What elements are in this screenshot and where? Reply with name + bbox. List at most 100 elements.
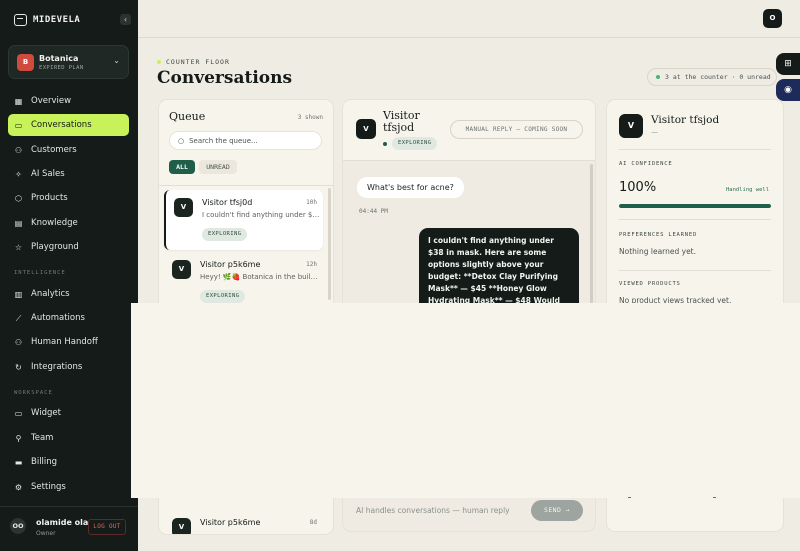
sidebar-item-knowledge[interactable]: ▤ Knowledge xyxy=(8,212,129,234)
users-icon: ⚇ xyxy=(14,145,23,155)
brand-name: MIDEVELA xyxy=(33,15,81,25)
blank-overlay xyxy=(131,303,800,498)
status-badge: EXPLORING xyxy=(202,228,248,241)
queue-scrollbar[interactable] xyxy=(328,188,331,300)
queue-item-preview: I couldn't find anything under $38 in ma… xyxy=(202,211,320,219)
confidence-label: AI CONFIDENCE xyxy=(619,161,673,167)
chevron-down-icon: ⌄ xyxy=(113,56,120,65)
visitor-message: What's best for acne? xyxy=(357,177,464,198)
insights-visitor-subtitle: — xyxy=(651,128,658,136)
eyebrow-label: COUNTER FLOOR xyxy=(166,58,230,66)
account-avatar[interactable]: O xyxy=(763,9,782,28)
sidebar-item-label: Widget xyxy=(31,408,61,418)
sidebar-item-integrations[interactable]: ↻ Integrations xyxy=(8,356,129,378)
divider xyxy=(619,219,771,220)
brand[interactable]: MIDEVELA xyxy=(14,14,80,26)
sidebar: MIDEVELA ‹ B Botanica EXPIRED PLAN ⌄ ▦ O… xyxy=(0,0,138,551)
sidebar-item-overview[interactable]: ▦ Overview xyxy=(8,90,129,112)
page-eyebrow: COUNTER FLOOR xyxy=(157,58,230,66)
chat-scrollbar[interactable] xyxy=(590,164,593,314)
sidebar-item-analytics[interactable]: ▥ Analytics xyxy=(8,283,129,305)
chat-icon: ▭ xyxy=(14,120,23,130)
sidebar-item-conversations[interactable]: ▭ Conversations xyxy=(8,114,129,136)
queue-search[interactable]: ○ xyxy=(169,131,322,150)
grid-icon: ▦ xyxy=(14,96,23,106)
logout-button[interactable]: LOG OUT xyxy=(88,519,126,535)
queue-item-time: 8d xyxy=(309,519,317,526)
confidence-value: 100% xyxy=(619,180,657,195)
sidebar-item-human-handoff[interactable]: ⚇ Human Handoff xyxy=(8,331,129,353)
collapse-sidebar-button[interactable]: ‹ xyxy=(120,14,131,25)
insights-visitor-name: Visitor tfsjod xyxy=(651,114,720,126)
sidebar-item-label: Playground xyxy=(31,242,79,252)
status-dot-icon xyxy=(383,142,387,146)
page-title: Conversations xyxy=(157,68,293,88)
queue-item-time: 10h xyxy=(306,199,317,206)
sidebar-item-label: Settings xyxy=(31,482,66,492)
book-icon: ▤ xyxy=(14,218,23,228)
counter-status-text: 3 at the counter · 0 unread xyxy=(665,73,771,81)
queue-item[interactable]: V Visitor tfsj0d 10h I couldn't find any… xyxy=(164,190,323,250)
assistant-bot-button[interactable]: ◉ xyxy=(776,79,800,101)
truncated-mark xyxy=(628,497,631,498)
sidebar-item-playground[interactable]: ☆ Playground xyxy=(8,236,129,258)
status-badge: EXPLORING xyxy=(392,137,438,150)
bar-chart-icon: ▥ xyxy=(14,289,23,299)
sidebar-item-automations[interactable]: ⟋ Automations xyxy=(8,307,129,329)
visitor-name: Visitor tfsj0d xyxy=(202,198,253,207)
queue-item[interactable]: V Visitor p5k6me 8d xyxy=(164,510,323,534)
filter-unread-button[interactable]: UNREAD xyxy=(199,160,237,174)
sidebar-item-label: Analytics xyxy=(31,289,70,299)
box-icon: ⬡ xyxy=(15,193,22,203)
user-profile: OO olamide ola Owner LOG OUT xyxy=(0,506,138,551)
truncated-mark xyxy=(713,497,716,498)
sidebar-item-label: Billing xyxy=(31,457,58,467)
search-input[interactable] xyxy=(189,136,310,145)
avatar[interactable]: OO xyxy=(10,518,26,534)
divider xyxy=(619,270,771,271)
sidebar-item-products[interactable]: ⬡ Products xyxy=(8,187,129,209)
ai-message: I couldn't find anything under $38 in ma… xyxy=(419,228,579,314)
apps-grid-button[interactable]: ⊞ xyxy=(776,53,800,75)
gear-icon: ⚙ xyxy=(14,482,23,492)
star-icon: ☆ xyxy=(14,242,23,252)
sidebar-item-customers[interactable]: ⚇ Customers xyxy=(8,139,129,161)
visitor-avatar: V xyxy=(174,198,193,217)
visitor-name: Visitor p5k6me xyxy=(200,260,261,269)
sidebar-item-billing[interactable]: ▬ Billing xyxy=(8,451,129,473)
sidebar-item-team[interactable]: ⚲ Team xyxy=(8,427,129,449)
sidebar-item-label: Human Handoff xyxy=(31,337,98,347)
workspace-avatar: B xyxy=(17,54,34,71)
sidebar-item-settings[interactable]: ⚙ Settings xyxy=(8,476,129,498)
sidebar-item-label: Integrations xyxy=(31,362,83,372)
divider xyxy=(619,149,771,150)
sidebar-item-label: Products xyxy=(31,193,68,203)
sidebar-item-widget[interactable]: ▭ Widget xyxy=(8,402,129,424)
sidebar-item-label: Customers xyxy=(31,145,77,155)
sidebar-item-ai-sales[interactable]: ✧ AI Sales xyxy=(8,163,129,185)
visitor-avatar: V xyxy=(172,518,191,534)
manual-reply-pill: MANUAL REPLY — COMING SOON xyxy=(450,120,583,139)
queue-item-preview: Heyy! 🌿🍓 Botanica in the building! xyxy=(200,273,318,281)
visitor-avatar: V xyxy=(356,119,376,139)
wand-icon: ⟋ xyxy=(15,313,22,323)
send-button[interactable]: SEND → xyxy=(531,500,583,521)
preferences-label: PREFERENCES LEARNED xyxy=(619,232,698,238)
topbar: O xyxy=(138,0,800,38)
reply-composer: SEND → xyxy=(342,498,596,532)
message-time: 04:44 PM xyxy=(359,208,388,215)
queue-item-time: 12h xyxy=(306,261,317,268)
nav-section-intelligence: INTELLIGENCE xyxy=(14,270,66,276)
status-badge: EXPLORING xyxy=(200,290,246,303)
search-icon: ○ xyxy=(178,136,185,145)
sidebar-item-label: Knowledge xyxy=(31,218,78,228)
confidence-progress-bar xyxy=(619,204,771,208)
chat-visitor-name: Visitor tfsjod xyxy=(383,109,420,134)
sidebar-item-label: Team xyxy=(31,433,54,443)
monitor-icon: ▭ xyxy=(14,408,23,418)
filter-all-button[interactable]: ALL xyxy=(169,160,195,174)
preferences-value: Nothing learned yet. xyxy=(619,247,697,256)
reply-input[interactable] xyxy=(356,501,532,520)
workspace-switcher[interactable]: B Botanica EXPIRED PLAN ⌄ xyxy=(8,45,129,79)
sidebar-item-label: Conversations xyxy=(31,120,92,130)
